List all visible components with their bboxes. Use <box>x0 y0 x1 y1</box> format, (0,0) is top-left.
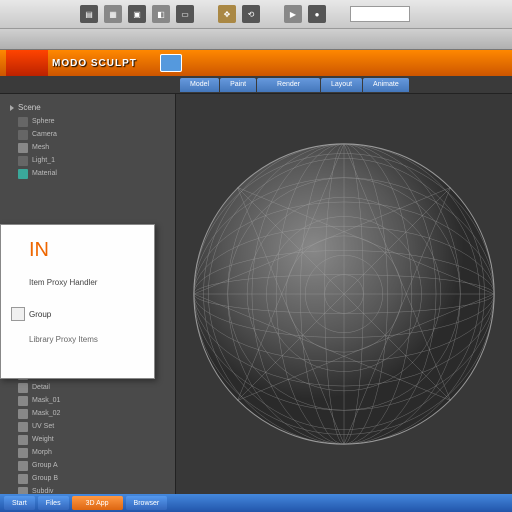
sidebar-item[interactable]: Sphere <box>4 115 171 128</box>
sidebar-item[interactable]: Mask_02 <box>4 407 171 420</box>
sidebar-item[interactable]: Material <box>4 167 171 180</box>
tab-animate[interactable]: Animate <box>363 78 409 92</box>
sidebar-item[interactable]: Mesh <box>4 141 171 154</box>
file-icon <box>18 448 28 458</box>
sidebar-item[interactable]: Light_1 <box>4 154 171 167</box>
file-icon <box>18 383 28 393</box>
dialog-subtitle: Item Proxy Handler <box>29 278 144 287</box>
sidebar-item[interactable]: Group A <box>4 459 171 472</box>
file-icon <box>18 396 28 406</box>
task-button[interactable]: Browser <box>126 496 168 510</box>
start-button[interactable]: Start <box>4 496 35 510</box>
title-badge-icon[interactable] <box>160 54 182 72</box>
sidebar-item[interactable]: Detail <box>4 381 171 394</box>
top-toolbar: ▤ ▦ ▣ ◧ ▭ ✥ ⟲ ▶ ● <box>0 0 512 28</box>
viewport-3d[interactable] <box>175 94 512 494</box>
sidebar-item[interactable]: Group B <box>4 472 171 485</box>
camera-icon <box>18 130 28 140</box>
sidebar-item[interactable]: UV Set <box>4 420 171 433</box>
section-label: Scene <box>18 103 41 112</box>
dialog-popup: IN Item Proxy Handler Group Library Prox… <box>0 224 155 379</box>
cube-icon[interactable]: ◧ <box>152 5 170 23</box>
tab-model[interactable]: Model <box>180 78 219 92</box>
task-button[interactable]: Files <box>38 496 69 510</box>
toolbar-secondary <box>0 28 512 50</box>
os-taskbar: Start Files 3D App Browser <box>0 494 512 512</box>
tab-bar: Model Paint Render Layout Animate <box>0 76 512 94</box>
material-icon <box>18 169 28 179</box>
file-icon <box>18 487 28 495</box>
sidebar-item[interactable]: Mask_01 <box>4 394 171 407</box>
move-icon[interactable]: ✥ <box>218 5 236 23</box>
sidebar: Scene Sphere Camera Mesh Light_1 Materia… <box>0 94 175 494</box>
file-icon <box>18 422 28 432</box>
search-field[interactable] <box>350 6 410 22</box>
sidebar-item[interactable]: Subdiv <box>4 485 171 494</box>
file-icon <box>18 474 28 484</box>
play-icon[interactable]: ▶ <box>284 5 302 23</box>
chevron-icon <box>10 105 14 111</box>
record-icon[interactable]: ● <box>308 5 326 23</box>
file-icon <box>18 435 28 445</box>
task-button-active[interactable]: 3D App <box>72 496 123 510</box>
file-icon <box>18 409 28 419</box>
sphere-mesh <box>188 106 500 482</box>
file-icon <box>18 461 28 471</box>
file-icon <box>18 143 28 153</box>
sidebar-section-scene[interactable]: Scene <box>4 100 171 115</box>
dialog-body-text: Library Proxy Items <box>29 335 144 344</box>
open-icon[interactable]: ▦ <box>104 5 122 23</box>
mesh-icon <box>18 117 28 127</box>
title-bar: MODO SCULPT <box>0 50 512 76</box>
main-area: Scene Sphere Camera Mesh Light_1 Materia… <box>0 94 512 494</box>
tab-render[interactable]: Render <box>257 78 320 92</box>
dialog-checkbox[interactable] <box>11 307 25 321</box>
sidebar-item[interactable]: Morph <box>4 446 171 459</box>
sidebar-item[interactable]: Camera <box>4 128 171 141</box>
tab-layout[interactable]: Layout <box>321 78 362 92</box>
grid-icon[interactable]: ▣ <box>128 5 146 23</box>
save-icon[interactable]: ▤ <box>80 5 98 23</box>
title-accent <box>6 50 48 76</box>
light-icon <box>18 156 28 166</box>
dialog-checkbox-label: Group <box>29 310 51 319</box>
select-icon[interactable]: ▭ <box>176 5 194 23</box>
sidebar-item[interactable]: Weight <box>4 433 171 446</box>
app-title: MODO SCULPT <box>52 58 137 69</box>
tab-paint[interactable]: Paint <box>220 78 256 92</box>
dialog-logo: IN <box>29 239 144 262</box>
rotate-icon[interactable]: ⟲ <box>242 5 260 23</box>
